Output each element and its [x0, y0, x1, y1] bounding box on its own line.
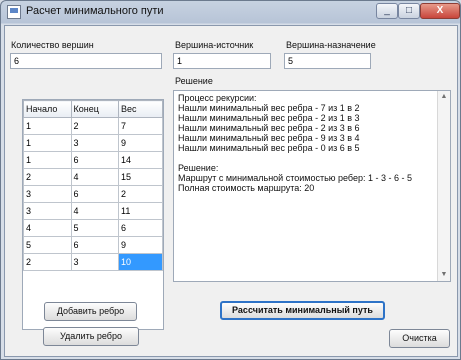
main-window: Расчет минимального пути _ □ X Количеств…: [0, 0, 461, 360]
table-cell[interactable]: 3: [23, 185, 72, 203]
solution-label: Решение: [175, 76, 213, 86]
table-cell[interactable]: 5: [23, 236, 72, 254]
scroll-up-icon[interactable]: ▲: [440, 93, 448, 101]
table-cell[interactable]: 1: [23, 134, 72, 152]
clear-button[interactable]: Очистка: [389, 329, 450, 348]
table-cell[interactable]: 6: [70, 236, 119, 254]
column-weight-header[interactable]: Вес: [118, 100, 163, 118]
table-cell[interactable]: 2: [23, 253, 72, 271]
table-row[interactable]: 1 6 14: [23, 151, 163, 169]
maximize-button[interactable]: □: [398, 3, 420, 19]
table-row[interactable]: 3 4 11: [23, 202, 163, 220]
table-cell[interactable]: 15: [118, 168, 163, 186]
title-bar[interactable]: Расчет минимального пути _ □ X: [1, 1, 460, 24]
table-cell[interactable]: 11: [118, 202, 163, 220]
window-icon: [7, 5, 21, 19]
target-vertex-label: Вершина-назначение: [286, 40, 376, 50]
vertex-count-label: Количество вершин: [11, 40, 94, 50]
edges-table: Начало Конец Вес 127 139 1 6 14 2 4 15 362 3…: [23, 100, 163, 271]
table-cell[interactable]: 2: [70, 117, 119, 135]
column-start-header[interactable]: Начало: [23, 100, 72, 118]
table-cell[interactable]: 2: [23, 168, 72, 186]
minimize-button[interactable]: _: [376, 3, 398, 19]
table-cell[interactable]: 1: [23, 117, 72, 135]
target-vertex-input[interactable]: 5: [284, 53, 371, 69]
table-cell[interactable]: 4: [70, 202, 119, 220]
table-row[interactable]: 569: [23, 236, 163, 254]
table-cell[interactable]: 7: [118, 117, 163, 135]
table-row[interactable]: 127: [23, 117, 163, 135]
table-row[interactable]: 2 4 15: [23, 168, 163, 186]
table-cell[interactable]: 3: [70, 253, 119, 271]
close-button[interactable]: X: [420, 3, 460, 19]
selected-table-cell[interactable]: 10: [118, 253, 163, 271]
solution-text: Процесс рекурсии: Нашли минимальный вес …: [178, 93, 413, 193]
table-cell[interactable]: 14: [118, 151, 163, 169]
edges-grid[interactable]: Начало Конец Вес 127 139 1 6 14 2 4 15 362 3…: [22, 99, 164, 330]
table-cell[interactable]: 2: [118, 185, 163, 203]
table-row[interactable]: 362: [23, 185, 163, 203]
source-vertex-label: Вершина-источник: [175, 40, 254, 50]
source-vertex-input[interactable]: 1: [173, 53, 271, 69]
table-cell[interactable]: 3: [70, 134, 119, 152]
solution-textarea[interactable]: Процесс рекурсии: Нашли минимальный вес …: [173, 90, 451, 282]
table-row[interactable]: 456: [23, 219, 163, 237]
vertex-count-input[interactable]: 6: [10, 53, 162, 69]
table-cell[interactable]: 5: [70, 219, 119, 237]
add-edge-button[interactable]: Добавить ребро: [44, 302, 137, 321]
table-cell[interactable]: 6: [70, 151, 119, 169]
solution-scrollbar[interactable]: ▲ ▼: [437, 91, 450, 281]
table-cell[interactable]: 9: [118, 236, 163, 254]
delete-edge-button[interactable]: Удалить ребро: [43, 327, 139, 346]
table-cell[interactable]: 6: [118, 219, 163, 237]
table-row[interactable]: 2 3 10: [23, 253, 163, 271]
table-cell[interactable]: 9: [118, 134, 163, 152]
window-title: Расчет минимального пути: [26, 5, 164, 17]
scroll-down-icon[interactable]: ▼: [440, 271, 448, 279]
table-header-row: Начало Конец Вес: [23, 100, 163, 118]
client-area: Количество вершин 6 Вершина-источник 1 В…: [4, 25, 458, 357]
table-cell[interactable]: 1: [23, 151, 72, 169]
table-cell[interactable]: 4: [70, 168, 119, 186]
calculate-shortest-path-button[interactable]: Рассчитать минимальный путь: [220, 301, 385, 320]
table-cell[interactable]: 6: [70, 185, 119, 203]
table-row[interactable]: 139: [23, 134, 163, 152]
table-cell[interactable]: 4: [23, 219, 72, 237]
table-cell[interactable]: 3: [23, 202, 72, 220]
column-end-header[interactable]: Конец: [70, 100, 119, 118]
